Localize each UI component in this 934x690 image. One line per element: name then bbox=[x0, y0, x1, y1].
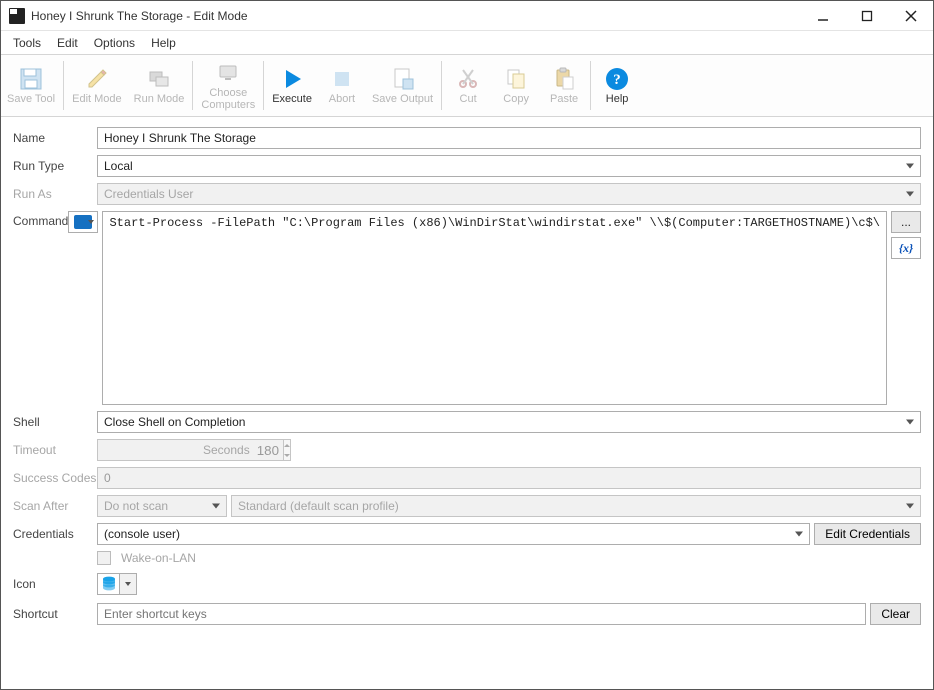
save-icon bbox=[18, 66, 44, 92]
maximize-button[interactable] bbox=[845, 1, 889, 30]
timeout-spinner bbox=[97, 439, 197, 461]
choose-computers-button[interactable]: Choose Computers bbox=[195, 57, 261, 114]
credentials-combo[interactable]: (console user) bbox=[97, 523, 810, 545]
minimize-button[interactable] bbox=[801, 1, 845, 30]
database-icon bbox=[100, 575, 118, 593]
copy-button[interactable]: Copy bbox=[492, 57, 540, 114]
app-icon bbox=[9, 8, 25, 24]
save-output-icon bbox=[390, 66, 416, 92]
save-output-button[interactable]: Save Output bbox=[366, 57, 439, 114]
scan-after-combo: Do not scan bbox=[97, 495, 227, 517]
success-codes-input bbox=[97, 467, 921, 489]
run-as-combo: Credentials User bbox=[97, 183, 921, 205]
abort-button[interactable]: Abort bbox=[318, 57, 366, 114]
window-buttons bbox=[801, 1, 933, 30]
scissors-icon bbox=[455, 66, 481, 92]
menubar: Tools Edit Options Help bbox=[1, 31, 933, 55]
svg-text:?: ? bbox=[613, 72, 621, 88]
run-type-label: Run Type bbox=[13, 159, 97, 173]
play-icon bbox=[279, 66, 305, 92]
close-button[interactable] bbox=[889, 1, 933, 30]
form: Name Honey I Shrunk The Storage Run Type… bbox=[1, 117, 933, 635]
timeout-unit: Seconds bbox=[203, 443, 250, 457]
shortcut-input[interactable] bbox=[97, 603, 866, 625]
icon-label: Icon bbox=[13, 577, 97, 591]
paste-icon bbox=[551, 66, 577, 92]
execute-button[interactable]: Execute bbox=[266, 57, 318, 114]
run-mode-icon bbox=[146, 66, 172, 92]
menu-tools[interactable]: Tools bbox=[5, 33, 49, 53]
computers-icon bbox=[215, 60, 241, 86]
save-tool-button[interactable]: Save Tool bbox=[1, 57, 61, 114]
menu-options[interactable]: Options bbox=[86, 33, 143, 53]
command-label: Command bbox=[13, 211, 68, 228]
run-mode-button[interactable]: Run Mode bbox=[128, 57, 191, 114]
titlebar: Honey I Shrunk The Storage - Edit Mode bbox=[1, 1, 933, 31]
shell-label: Shell bbox=[13, 415, 97, 429]
help-icon: ? bbox=[604, 66, 630, 92]
scan-after-label: Scan After bbox=[13, 499, 97, 513]
command-variables-button[interactable]: {x} bbox=[891, 237, 921, 259]
toolbar: Save Tool Edit Mode Run Mode Choose Comp… bbox=[1, 55, 933, 117]
command-textarea[interactable]: Start-Process -FilePath "C:\Program File… bbox=[102, 211, 887, 405]
help-button[interactable]: ? Help bbox=[593, 57, 641, 114]
wake-on-lan-checkbox bbox=[97, 551, 111, 565]
command-browse-button[interactable]: ... bbox=[891, 211, 921, 233]
timeout-label: Timeout bbox=[13, 443, 97, 457]
name-input[interactable]: Honey I Shrunk The Storage bbox=[97, 127, 921, 149]
shortcut-label: Shortcut bbox=[13, 607, 97, 621]
cut-button[interactable]: Cut bbox=[444, 57, 492, 114]
wake-on-lan-label: Wake-on-LAN bbox=[121, 551, 196, 565]
menu-help[interactable]: Help bbox=[143, 33, 184, 53]
success-codes-label: Success Codes bbox=[13, 471, 97, 485]
edit-mode-button[interactable]: Edit Mode bbox=[66, 57, 128, 114]
scan-profile-combo: Standard (default scan profile) bbox=[231, 495, 921, 517]
run-as-label: Run As bbox=[13, 187, 97, 201]
syntax-type-selector[interactable] bbox=[68, 211, 98, 233]
timeout-input bbox=[97, 439, 283, 461]
powershell-icon bbox=[74, 215, 92, 229]
edit-credentials-button[interactable]: Edit Credentials bbox=[814, 523, 921, 545]
window-title: Honey I Shrunk The Storage - Edit Mode bbox=[31, 9, 801, 23]
clear-button[interactable]: Clear bbox=[870, 603, 921, 625]
copy-icon bbox=[503, 66, 529, 92]
menu-edit[interactable]: Edit bbox=[49, 33, 86, 53]
chevron-down-icon[interactable] bbox=[119, 573, 137, 595]
paste-button[interactable]: Paste bbox=[540, 57, 588, 114]
run-type-combo[interactable]: Local bbox=[97, 155, 921, 177]
name-label: Name bbox=[13, 131, 97, 145]
pencil-icon bbox=[84, 66, 110, 92]
shell-combo[interactable]: Close Shell on Completion bbox=[97, 411, 921, 433]
credentials-label: Credentials bbox=[13, 527, 97, 541]
icon-selector[interactable] bbox=[97, 573, 137, 595]
stop-icon bbox=[329, 66, 355, 92]
